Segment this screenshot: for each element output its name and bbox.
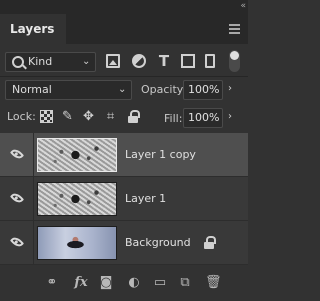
visibility-eye-icon[interactable] — [9, 234, 25, 250]
adjustment-filter-icon[interactable] — [132, 54, 146, 68]
panel-menu-icon[interactable] — [229, 24, 240, 36]
lock-image-pixels-icon[interactable]: ✎ — [61, 110, 74, 123]
layer-filter-kind-select[interactable]: Kind ⌄ — [5, 52, 96, 72]
chevron-down-icon: ⌄ — [118, 84, 127, 95]
search-icon — [12, 56, 24, 68]
type-filter-icon[interactable]: T — [157, 54, 171, 69]
image-filter-icon[interactable] — [106, 54, 120, 68]
new-group-icon[interactable]: ▭ — [152, 276, 168, 290]
opacity-value: 100% — [188, 83, 220, 96]
divider — [0, 76, 248, 77]
blend-mode-value: Normal — [12, 83, 52, 96]
smart-object-filter-icon[interactable] — [205, 54, 215, 68]
new-layer-icon[interactable]: ⧉ — [178, 276, 192, 290]
layer-row[interactable]: Background — [0, 221, 248, 265]
layer-row[interactable]: Layer 1 — [0, 177, 248, 221]
chevron-down-icon: ⌄ — [82, 56, 91, 67]
fill-chevron-icon[interactable]: › — [228, 111, 232, 122]
lock-transparent-pixels-icon[interactable] — [40, 110, 53, 123]
collapse-panel-icon[interactable]: « — [240, 0, 245, 12]
layer-thumbnail[interactable] — [37, 182, 117, 216]
opacity-chevron-icon[interactable]: › — [228, 83, 232, 94]
new-adjustment-icon[interactable]: ◐ — [126, 276, 142, 290]
fill-label: Fill: — [164, 112, 183, 125]
layers-list: Layer 1 copy Layer 1 Background — [0, 133, 248, 265]
layer-name[interactable]: Layer 1 copy — [125, 148, 196, 161]
add-mask-icon[interactable]: ◙ — [99, 276, 113, 290]
prevent-auto-nesting-icon[interactable]: ⌗ — [104, 110, 117, 123]
layer-name[interactable]: Background — [125, 236, 191, 249]
lock-label: Lock: — [7, 110, 36, 123]
tab-layers[interactable]: Layers — [0, 14, 66, 44]
filter-kind-label: Kind — [28, 55, 53, 68]
lock-all-icon[interactable] — [128, 110, 140, 123]
fx-icon[interactable]: fx — [72, 276, 90, 290]
panel-tab-row: Layers — [0, 14, 248, 44]
opacity-field[interactable]: 100% — [183, 80, 223, 100]
visibility-eye-icon[interactable] — [9, 146, 25, 162]
blend-mode-select[interactable]: Normal ⌄ — [5, 80, 132, 100]
opacity-label: Opacity: — [141, 83, 187, 96]
shape-filter-icon[interactable] — [181, 54, 195, 68]
layer-row[interactable]: Layer 1 copy — [0, 133, 248, 177]
link-layers-icon[interactable]: ⚭ — [44, 276, 60, 290]
layer-name[interactable]: Layer 1 — [125, 192, 166, 205]
layers-bottom-toolbar: ⚭ fx ◙ ◐ ▭ ⧉ 🗑 — [0, 265, 248, 301]
lock-position-icon[interactable]: ✥ — [82, 110, 95, 123]
filter-toggle-switch[interactable] — [229, 50, 240, 72]
fill-value: 100% — [188, 111, 220, 124]
layer-lock-icon[interactable] — [204, 236, 216, 249]
layer-thumbnail[interactable] — [37, 138, 117, 172]
layer-thumbnail[interactable] — [37, 226, 117, 260]
fill-field[interactable]: 100% — [183, 108, 223, 128]
visibility-eye-icon[interactable] — [9, 190, 25, 206]
delete-layer-icon[interactable]: 🗑 — [205, 276, 222, 290]
panel-title-bar: « — [0, 0, 248, 14]
